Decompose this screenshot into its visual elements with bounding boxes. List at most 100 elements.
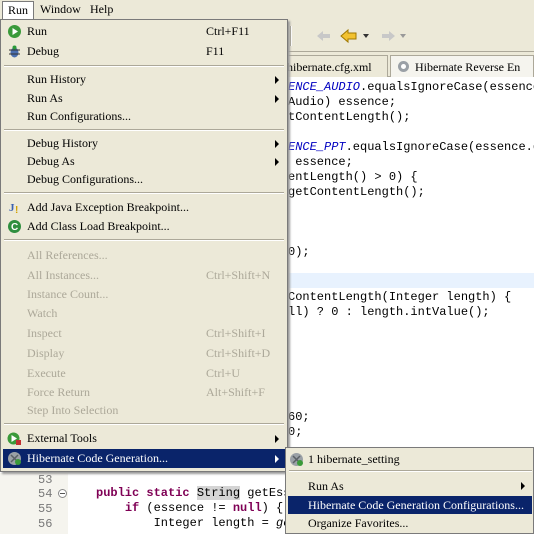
- menu-item-force-return[interactable]: Force Return Alt+Shift+F: [3, 383, 285, 402]
- menu-run[interactable]: Run: [2, 1, 35, 20]
- submenu-item-run-as[interactable]: Run As: [288, 477, 532, 495]
- menu-separator: [4, 129, 284, 131]
- tab-hibernate-reverse[interactable]: Hibernate Reverse En: [390, 55, 534, 77]
- menu-item-label: Execute: [27, 366, 66, 380]
- menu-item-hibernate-code-generation[interactable]: Hibernate Code Generation...: [3, 449, 285, 468]
- submenu-item-hibernate-code-generation-configurations[interactable]: Hibernate Code Generation Configurations…: [288, 496, 532, 514]
- menu-item-add-class-load-breakpoint[interactable]: C Add Class Load Breakpoint...: [3, 217, 285, 236]
- code-field: ENCE_PPT: [288, 140, 346, 154]
- menu-item-debug-configurations[interactable]: Debug Configurations...: [3, 170, 285, 189]
- code-text: .equalsIgnoreCase(essence.ge: [345, 140, 534, 154]
- code-field: ENCE_AUDIO: [288, 80, 361, 94]
- svg-text:C: C: [11, 222, 18, 233]
- forward-disabled-icon[interactable]: [380, 29, 396, 43]
- submenu-item-organize-favorites[interactable]: Organize Favorites...: [288, 514, 532, 532]
- chevron-down-icon[interactable]: [363, 34, 369, 38]
- code-line: ENCE_PPT.equalsIgnoreCase(essence.ge: [288, 140, 534, 155]
- hibernate-icon: [290, 453, 303, 466]
- menu-item-accelerator: Alt+Shift+F: [206, 385, 265, 399]
- menu-item-debug-as[interactable]: Debug As: [3, 152, 285, 171]
- menu-item-all-instances[interactable]: All Instances... Ctrl+Shift+N: [3, 266, 285, 285]
- menu-item-label: Run As: [27, 91, 63, 105]
- tab-label: hibernate.cfg.xml: [287, 60, 372, 74]
- menu-item-label: Display: [27, 346, 65, 360]
- menu-item-label: Inspect: [27, 326, 62, 340]
- submenu-arrow-icon: [275, 140, 279, 148]
- menu-item-accelerator: Ctrl+F11: [206, 24, 250, 38]
- code-line: entLength() > 0) {: [288, 170, 418, 184]
- code-line: essence;: [288, 155, 353, 169]
- menu-item-run-as[interactable]: Run As: [3, 89, 285, 108]
- code-line: public static String getEss: [96, 486, 290, 501]
- code-text: (essence !=: [139, 501, 233, 515]
- tab-hibernate-cfg[interactable]: hibernate.cfg.xml: [280, 55, 388, 77]
- menu-item-label: Watch: [27, 306, 58, 320]
- line-number: 56: [38, 517, 53, 531]
- code-line: Integer length = ge: [96, 516, 291, 531]
- menu-item-run-history[interactable]: Run History: [3, 70, 285, 89]
- menu-item-inspect[interactable]: Inspect Ctrl+Shift+I: [3, 324, 285, 343]
- current-line-highlight: [288, 273, 534, 288]
- menu-item-label: Run: [27, 24, 48, 38]
- menu-item-label: Organize Favorites...: [308, 516, 409, 530]
- menu-item-all-references[interactable]: All References...: [3, 246, 285, 265]
- exception-breakpoint-icon: J!: [9, 202, 18, 215]
- external-tools-icon: [7, 432, 21, 445]
- editor-tabs: hibernate.cfg.xml Hibernate Reverse En: [280, 52, 534, 77]
- code-keyword: if: [124, 501, 140, 515]
- run-menu-dropdown: Run Ctrl+F11 Debug F11 Run History Run As …: [0, 19, 288, 472]
- tab-label: Hibernate Reverse En: [415, 60, 521, 74]
- code-text: .equalsIgnoreCase(essence.: [360, 80, 534, 94]
- code-line: ll) ? 0 : length.intValue();: [288, 305, 490, 319]
- fold-collapse-icon[interactable]: [58, 489, 67, 498]
- menu-item-label: 1 hibernate_setting: [308, 452, 400, 466]
- menu-help[interactable]: Help: [85, 1, 118, 19]
- menu-item-label: Instance Count...: [27, 287, 109, 301]
- menu-item-execute[interactable]: Execute Ctrl+U: [3, 364, 285, 383]
- chevron-down-icon[interactable]: [400, 34, 406, 38]
- code-keyword: public static: [96, 486, 190, 500]
- menu-item-accelerator: Ctrl+U: [206, 366, 241, 380]
- menu-item-debug[interactable]: Debug F11: [3, 42, 285, 61]
- menu-item-add-java-exception-breakpoint[interactable]: J! Add Java Exception Breakpoint...: [3, 198, 285, 217]
- menu-item-external-tools[interactable]: External Tools: [3, 429, 285, 448]
- menu-item-label: Debug As: [27, 154, 75, 168]
- menu-item-accelerator: Ctrl+Shift+I: [206, 326, 266, 340]
- code-line: 60;: [288, 410, 310, 424]
- back-icon[interactable]: [340, 28, 358, 44]
- menu-item-label: Debug Configurations...: [27, 172, 143, 186]
- back-disabled-icon[interactable]: [316, 29, 332, 43]
- menu-item-label: Run As: [308, 479, 344, 493]
- submenu-arrow-icon: [521, 482, 525, 490]
- submenu-item-hibernate-setting[interactable]: 1 hibernate_setting: [288, 450, 532, 468]
- menu-separator: [4, 65, 284, 67]
- code-line: tContentLength();: [288, 110, 411, 124]
- code-keyword: null: [232, 501, 262, 515]
- line-number-gutter: [0, 473, 68, 534]
- menu-item-label: Step Into Selection: [27, 403, 119, 417]
- menu-separator: [4, 239, 284, 241]
- menu-item-label: Run History: [27, 72, 87, 86]
- toolbar: [288, 20, 534, 52]
- code-type: String: [196, 486, 241, 500]
- submenu-arrow-icon: [275, 158, 279, 166]
- hibernate-submenu: 1 hibernate_setting Run As Hibernate Cod…: [285, 447, 534, 534]
- line-number: 55: [38, 502, 53, 516]
- class-load-breakpoint-icon: C: [8, 220, 21, 233]
- code-text: ) {: [261, 501, 284, 515]
- menu-item-label: Add Class Load Breakpoint...: [27, 219, 170, 233]
- menu-item-watch[interactable]: Watch: [3, 304, 285, 323]
- menu-item-run-configurations[interactable]: Run Configurations...: [3, 107, 285, 126]
- svg-text:!: !: [15, 205, 18, 215]
- menu-item-debug-history[interactable]: Debug History: [3, 134, 285, 153]
- menu-item-instance-count[interactable]: Instance Count...: [3, 285, 285, 304]
- menu-item-label: Run Configurations...: [27, 109, 131, 123]
- menu-item-run[interactable]: Run Ctrl+F11: [3, 22, 285, 41]
- menu-item-display[interactable]: Display Ctrl+Shift+D: [3, 344, 285, 363]
- menu-item-step-into-selection[interactable]: Step Into Selection: [3, 401, 285, 420]
- menu-separator: [4, 423, 284, 425]
- toolbar-separator: [290, 26, 292, 46]
- submenu-arrow-icon: [275, 435, 279, 443]
- code-text: getEss: [247, 486, 291, 500]
- menu-window[interactable]: Window: [35, 1, 86, 19]
